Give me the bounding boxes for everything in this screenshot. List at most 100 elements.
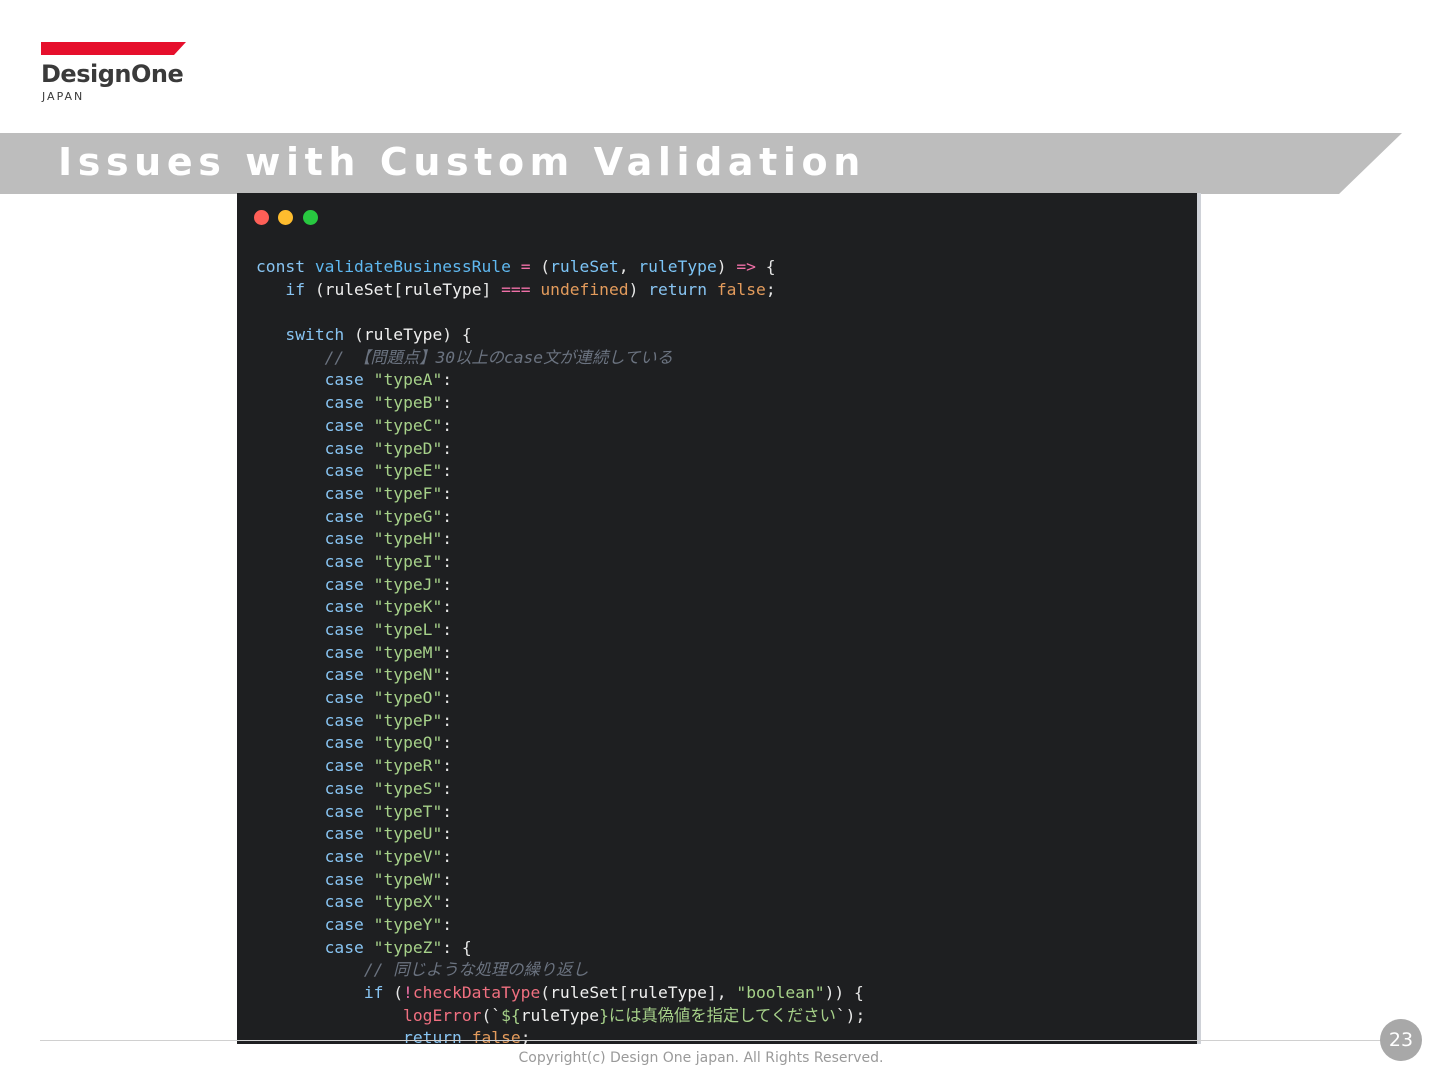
code-token: case [324,506,364,526]
code-line: case "typeF": [256,483,865,506]
code-token: false [471,1028,521,1044]
code-token: "typeT" [373,801,443,821]
code-token: , [618,257,639,276]
code-token: ) { [442,325,472,345]
code-token: const [256,257,315,276]
code-token: ruleType [628,983,707,1002]
code-token: : [442,393,453,413]
code-line: case "typeD": [256,438,865,461]
code-token: : [442,914,453,934]
code-line: case "typeE": [256,460,865,483]
code-token: ; [520,1028,531,1044]
code-line: const validateBusinessRule = (ruleSet, r… [256,256,865,279]
code-token: case [324,801,364,821]
code-line: case "typeM": [256,642,865,665]
minimize-dot-icon [278,210,293,225]
code-token: switch [285,325,345,345]
code-token: ) [628,279,649,299]
code-token: case [324,551,364,571]
code-line: case "typeR": [256,755,865,778]
code-token: [ [618,983,629,1002]
code-line: case "typeS": [256,778,865,801]
code-line: case "typeH": [256,528,865,551]
code-token: ( [305,279,325,299]
code-token: "typeV" [373,846,443,866]
code-token: return [648,279,708,299]
code-token: (` [481,1005,502,1025]
code-token: ruleType [520,1005,600,1025]
code-token: checkDataType [412,983,541,1002]
code-line: case "typeQ": [256,732,865,755]
code-token: : [442,597,453,617]
code-token: "typeQ" [373,733,443,753]
code-token: : [442,620,453,639]
company-logo: DesignOne JAPAN [41,42,191,106]
slide-title: Issues with Custom Validation [58,140,866,184]
code-token: : [442,438,453,458]
code-token: ( [344,325,364,345]
code-token: ruleSet [550,257,619,276]
code-token: ( [530,257,551,276]
code-token: case [324,597,364,617]
code-token: }には真偽値を指定してください [599,1005,836,1025]
code-token: : [442,869,453,889]
code-token: case [324,574,364,594]
code-token: : [442,461,453,481]
code-token: case [324,461,364,481]
code-token: "typeO" [373,688,443,708]
code-line: case "typeT": [256,801,865,824]
code-token: // 【問題点】30以上のcase文が連続している [324,347,673,367]
code-token: ruleSet [550,983,619,1002]
code-token: ( [383,983,404,1002]
code-token: : [442,733,453,753]
page-number-badge: 23 [1380,1019,1422,1061]
code-token: : [442,529,453,549]
code-token: "typeF" [373,483,443,503]
code-token: "typeK" [373,597,443,617]
code-token: "typeU" [373,824,443,844]
code-line: case "typeN": [256,664,865,687]
code-token: "typeA" [373,370,443,390]
code-line: case "typeO": [256,687,865,710]
code-line: if (ruleSet[ruleType] === undefined) ret… [256,279,865,302]
code-line: case "typeL": [256,619,865,642]
copyright-text: Copyright(c) Design One japan. All Right… [518,1050,884,1066]
code-token: case [324,733,364,753]
code-token: "typeP" [373,710,443,730]
code-token: false [716,279,766,299]
code-line: if (!checkDataType(ruleSet[ruleType], "b… [256,982,865,1005]
